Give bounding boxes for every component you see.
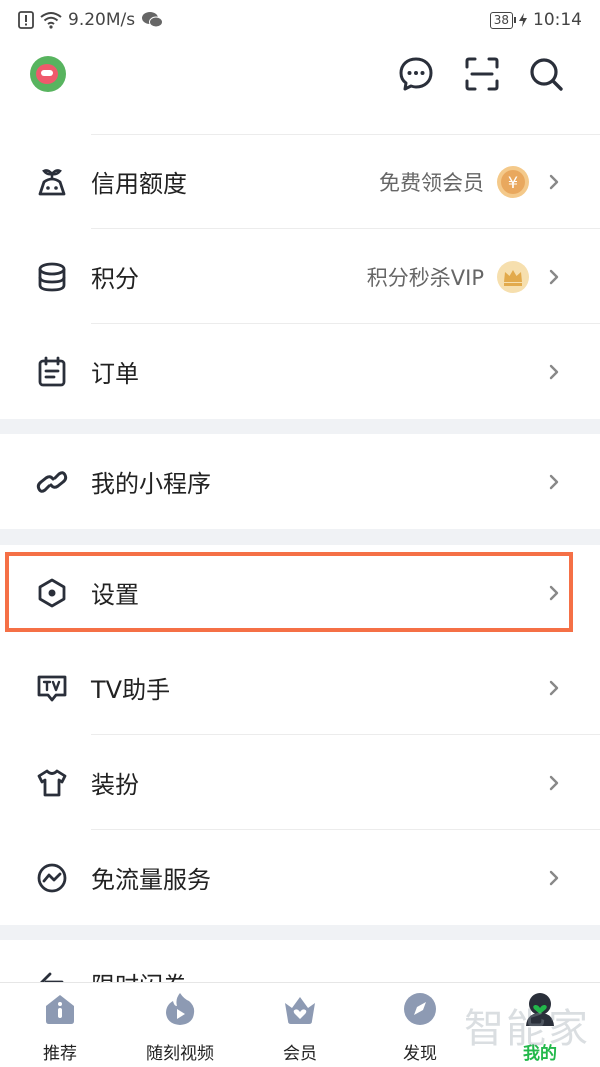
menu-item-label: 装扮 [91,771,139,799]
header [0,42,600,134]
home-icon [46,995,74,1024]
promo-text: 积分秒杀VIP [366,265,484,290]
tab-label: 会员 [283,1044,317,1064]
tab-label: 随刻视频 [146,1044,214,1064]
scan-icon[interactable] [464,56,500,92]
menu-item-label: 信用额度 [91,170,187,198]
menu-item-tv-assistant[interactable]: TV助手 [0,640,600,735]
menu-item-free-data[interactable]: 免流量服务 [0,830,600,925]
tab-discover[interactable]: 发现 [360,983,480,1067]
tv-icon [37,675,67,702]
menu-item-label: 我的小程序 [91,470,211,498]
alert-icon [18,11,34,29]
chevron-right-icon [549,870,559,886]
menu-item-label: 限时闪券 [91,966,187,982]
menu-item-partial[interactable]: 限时闪券 [0,940,600,982]
promo-text: 免费领会员 [379,170,484,195]
battery-icon: 38 [489,11,517,29]
coin-badge-icon: ¥ [497,165,529,198]
menu-item-mini-programs[interactable]: 我的小程序 [0,434,600,529]
wechat-icon [142,12,164,28]
clock: 10:14 [533,10,582,30]
tshirt-icon [37,769,67,797]
tab-vip[interactable]: 会员 [240,983,360,1067]
flame-play-icon [166,993,195,1025]
crown-heart-icon [285,997,315,1024]
link-icon [36,471,68,493]
wifi-icon [40,12,62,29]
points-stack-icon [38,262,66,292]
menu-section-miniprogram: 我的小程序 [0,434,600,529]
chevron-right-icon [549,364,559,380]
menu-item-credit[interactable]: 信用额度 免费领会员 ¥ [0,134,600,229]
order-icon [38,356,66,387]
compass-icon [404,993,436,1025]
status-right: 38 10:14 [489,10,582,30]
search-icon[interactable] [528,56,564,92]
network-speed: 9.20M/s [68,10,136,30]
chevron-right-icon [549,775,559,791]
chevron-right-icon [549,474,559,490]
tab-suike-video[interactable]: 随刻视频 [120,983,240,1067]
menu-item-label: 免流量服务 [91,866,211,894]
tab-label: 推荐 [43,1044,77,1064]
coupon-icon [40,972,64,982]
chevron-right-icon [549,269,559,285]
menu-item-dress-up[interactable]: 装扮 [0,735,600,830]
status-bar: 9.20M/s 38 10:14 [0,0,600,42]
settings-highlight-box [5,552,573,632]
coin-symbol: ¥ [508,173,518,192]
tab-label: 发现 [403,1044,437,1064]
data-flow-icon [37,863,67,893]
menu-item-label: TV助手 [91,676,171,704]
menu-section-account: 信用额度 免费领会员 ¥ 积分 积分秒杀VIP 订单 [0,134,600,419]
chevron-right-icon [549,680,559,696]
avatar[interactable] [30,56,66,92]
tab-recommend[interactable]: 推荐 [0,983,120,1067]
status-left: 9.20M/s [18,10,164,30]
charging-icon [519,13,527,27]
chevron-right-icon [549,174,559,190]
menu-item-label: 订单 [91,360,139,388]
menu-item-points[interactable]: 积分 积分秒杀VIP [0,229,600,324]
watermark: 智能家 [464,1006,590,1052]
message-icon[interactable] [398,56,434,92]
crown-badge-icon [497,260,529,293]
credit-sprout-icon [38,169,66,196]
menu-item-orders[interactable]: 订单 [0,324,600,419]
menu-item-label: 积分 [91,265,139,293]
